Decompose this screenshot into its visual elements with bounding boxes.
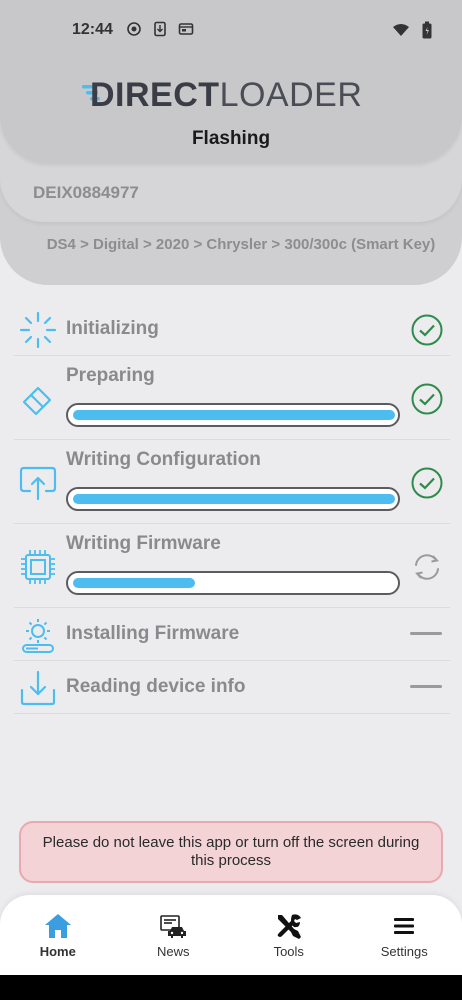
sync-icon bbox=[415, 554, 439, 580]
bottom-nav: Home News Tools Settings bbox=[0, 905, 462, 967]
nav-label: Home bbox=[39, 944, 76, 959]
step-preparing: Preparing bbox=[14, 356, 450, 440]
nav-settings[interactable]: Settings bbox=[347, 905, 462, 967]
directloader-logo: DIRECT LOADER bbox=[80, 77, 384, 113]
warning-banner: Please do not leave this app or turn off… bbox=[19, 821, 443, 883]
nav-label: Tools bbox=[273, 944, 304, 959]
eraser-icon bbox=[22, 386, 52, 416]
battery-icon bbox=[422, 21, 432, 39]
tools-icon bbox=[277, 914, 301, 939]
check-circle-icon bbox=[411, 314, 443, 346]
progress-fill bbox=[73, 410, 395, 420]
step-label: Writing Configuration bbox=[66, 449, 261, 470]
spinner-icon bbox=[19, 311, 57, 349]
home-icon bbox=[44, 914, 71, 938]
status-time: 12:44 bbox=[72, 21, 113, 38]
news-icon bbox=[160, 915, 187, 938]
step-label: Writing Firmware bbox=[66, 533, 221, 554]
upload-icon bbox=[19, 466, 57, 501]
menu-icon bbox=[394, 918, 415, 934]
gear-install-icon bbox=[22, 619, 54, 653]
progress-bar bbox=[66, 487, 400, 511]
progress-bar bbox=[66, 571, 400, 595]
pending-dash bbox=[410, 632, 442, 635]
wifi-icon bbox=[393, 24, 409, 36]
progress-fill bbox=[73, 494, 395, 504]
step-installing-firmware: Installing Firmware bbox=[14, 608, 450, 661]
nav-tools[interactable]: Tools bbox=[231, 905, 347, 967]
nav-news[interactable]: News bbox=[116, 905, 232, 967]
progress-bar bbox=[66, 403, 400, 427]
pending-dash bbox=[410, 685, 442, 688]
download-status-icon bbox=[154, 21, 166, 37]
flash-steps-list: Initializing Preparing Writing Configura… bbox=[14, 304, 450, 714]
step-writing-firmware: Writing Firmware bbox=[14, 524, 450, 608]
step-reading-device-info: Reading device info bbox=[14, 661, 450, 714]
chip-icon bbox=[21, 550, 55, 584]
logo-text-loader: LOADER bbox=[219, 76, 363, 114]
system-navigation-bar bbox=[0, 975, 462, 1000]
nav-home[interactable]: Home bbox=[0, 905, 116, 967]
status-bar: 12:44 bbox=[0, 0, 462, 62]
nav-label: Settings bbox=[380, 944, 428, 959]
check-circle-icon bbox=[411, 383, 443, 415]
step-label: Initializing bbox=[66, 318, 159, 339]
download-icon bbox=[20, 670, 56, 706]
step-label: Preparing bbox=[66, 365, 155, 386]
step-initializing: Initializing bbox=[14, 304, 450, 356]
check-circle-icon bbox=[411, 467, 443, 499]
step-writing-configuration: Writing Configuration bbox=[14, 440, 450, 524]
step-label: Installing Firmware bbox=[66, 623, 240, 644]
step-label: Reading device info bbox=[66, 676, 246, 697]
vehicle-breadcrumb: DS4 > Digital > 2020 > Chrysler > 300/30… bbox=[46, 236, 436, 253]
page-title: Flashing bbox=[191, 128, 271, 149]
logo-text-direct: DIRECT bbox=[90, 76, 220, 114]
notification-icon bbox=[127, 22, 141, 36]
nav-label: News bbox=[156, 944, 190, 959]
device-serial: DEIX0884977 bbox=[33, 183, 139, 202]
card-status-icon bbox=[178, 23, 194, 35]
progress-fill bbox=[73, 578, 195, 588]
